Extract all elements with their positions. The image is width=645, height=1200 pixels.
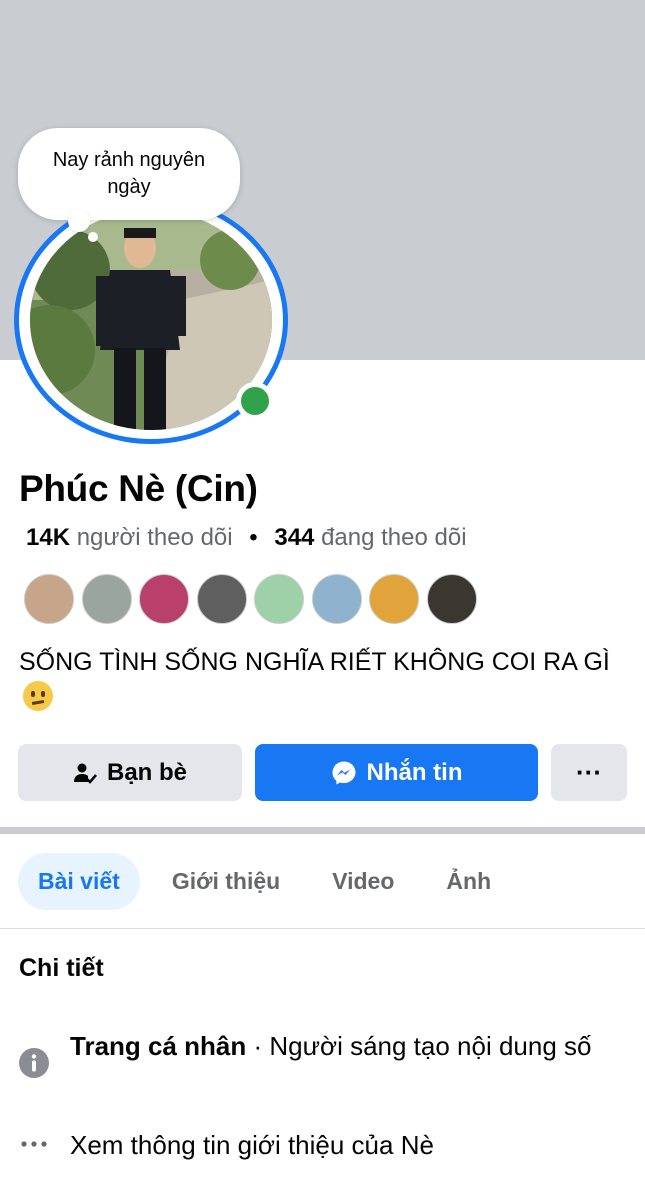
page-type-label: Trang cá nhân — [70, 1031, 247, 1061]
section-divider — [0, 827, 645, 834]
note-text: Nay rảnh nguyên ngày — [52, 149, 206, 198]
tab-posts[interactable]: Bài viết — [18, 853, 140, 910]
more-horizontal-icon — [19, 1127, 49, 1164]
following-count[interactable]: 344 — [274, 524, 314, 551]
details-title: Chi tiết — [19, 954, 104, 982]
more-options-button[interactable]: ··· — [551, 744, 627, 801]
friend-avatar[interactable] — [311, 574, 362, 624]
friend-avatars-row — [24, 574, 484, 624]
tab-photos[interactable]: Ảnh — [426, 853, 511, 910]
message-button-label: Nhắn tin — [366, 758, 463, 786]
profile-picture[interactable] — [14, 196, 288, 444]
profile-tabs: Bài viết Giới thiệu Video Ảnh — [18, 853, 523, 910]
friend-avatar[interactable] — [254, 574, 304, 624]
more-dots-icon: ··· — [576, 757, 602, 787]
following-label[interactable]: đang theo dõi — [321, 524, 466, 551]
info-icon — [19, 1028, 49, 1078]
friend-avatar[interactable] — [196, 574, 247, 624]
messenger-icon — [331, 760, 357, 786]
friend-avatar[interactable] — [81, 574, 132, 624]
friend-check-icon — [73, 761, 97, 785]
note-bubble[interactable]: Nay rảnh nguyên ngày — [18, 128, 240, 220]
page-type-value: · Người sáng tạo nội dung số — [246, 1031, 592, 1061]
tabs-divider — [0, 928, 645, 929]
follow-stats: 14K người theo dõi • 344 đang theo dõi — [26, 524, 467, 552]
tab-videos[interactable]: Video — [312, 853, 414, 910]
online-status-dot — [236, 382, 274, 420]
see-more-link[interactable]: Xem thông tin giới thiệu của Nè — [70, 1127, 610, 1164]
stats-separator: • — [249, 524, 258, 551]
note-bubble-tail-small — [88, 232, 98, 242]
friends-button-label: Bạn bè — [106, 758, 187, 786]
friend-avatar[interactable] — [139, 574, 189, 624]
bio-text: SỐNG TÌNH SỐNG NGHĨA RIẾT KHÔNG COI RA G… — [19, 648, 610, 676]
detail-page-type: Trang cá nhân · Người sáng tạo nội dung … — [19, 1028, 610, 1078]
friend-avatar[interactable] — [24, 574, 74, 624]
message-button[interactable]: Nhắn tin — [255, 744, 538, 801]
friends-button[interactable]: Bạn bè — [18, 744, 242, 801]
detail-see-more[interactable]: Xem thông tin giới thiệu của Nè — [19, 1127, 610, 1164]
followers-count[interactable]: 14K — [26, 524, 70, 551]
confused-face-icon — [23, 681, 53, 711]
friend-avatar[interactable] — [426, 574, 477, 624]
friend-avatar[interactable] — [369, 574, 419, 624]
profile-bio: SỐNG TÌNH SỐNG NGHĨA RIẾT KHÔNG COI RA G… — [19, 644, 634, 716]
profile-name: Phúc Nè (Cin) — [19, 468, 258, 509]
followers-label[interactable]: người theo dõi — [77, 524, 233, 551]
tab-about[interactable]: Giới thiệu — [152, 853, 300, 910]
note-bubble-tail — [68, 210, 90, 232]
